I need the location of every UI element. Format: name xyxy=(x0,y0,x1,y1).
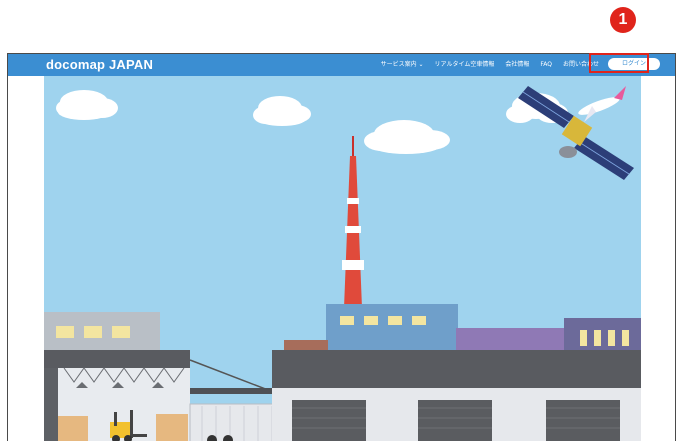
nav-item-company[interactable]: 会社情報 xyxy=(505,59,529,71)
top-navigation-bar: docomap JAPAN サービス案内 ⌄ リアルタイム空車情報 会社情報 F… xyxy=(8,54,675,76)
hero-illustration xyxy=(44,76,641,441)
warehouse-right xyxy=(272,350,641,441)
step-number-badge: 1 xyxy=(610,7,636,33)
nav-item-faq[interactable]: FAQ xyxy=(540,59,552,71)
site-logo[interactable]: docomap JAPAN xyxy=(46,57,153,73)
nav-item-services[interactable]: サービス案内 ⌄ xyxy=(381,59,424,71)
nav-item-realtime-vacancy[interactable]: リアルタイム空車情報 xyxy=(435,59,495,71)
browser-viewport: docomap JAPAN サービス案内 ⌄ リアルタイム空車情報 会社情報 F… xyxy=(7,53,676,441)
loading-canopy xyxy=(190,388,272,394)
login-highlight-box xyxy=(589,53,649,73)
main-menu: サービス案内 ⌄ リアルタイム空車情報 会社情報 FAQ お問い合わせ xyxy=(381,59,599,71)
